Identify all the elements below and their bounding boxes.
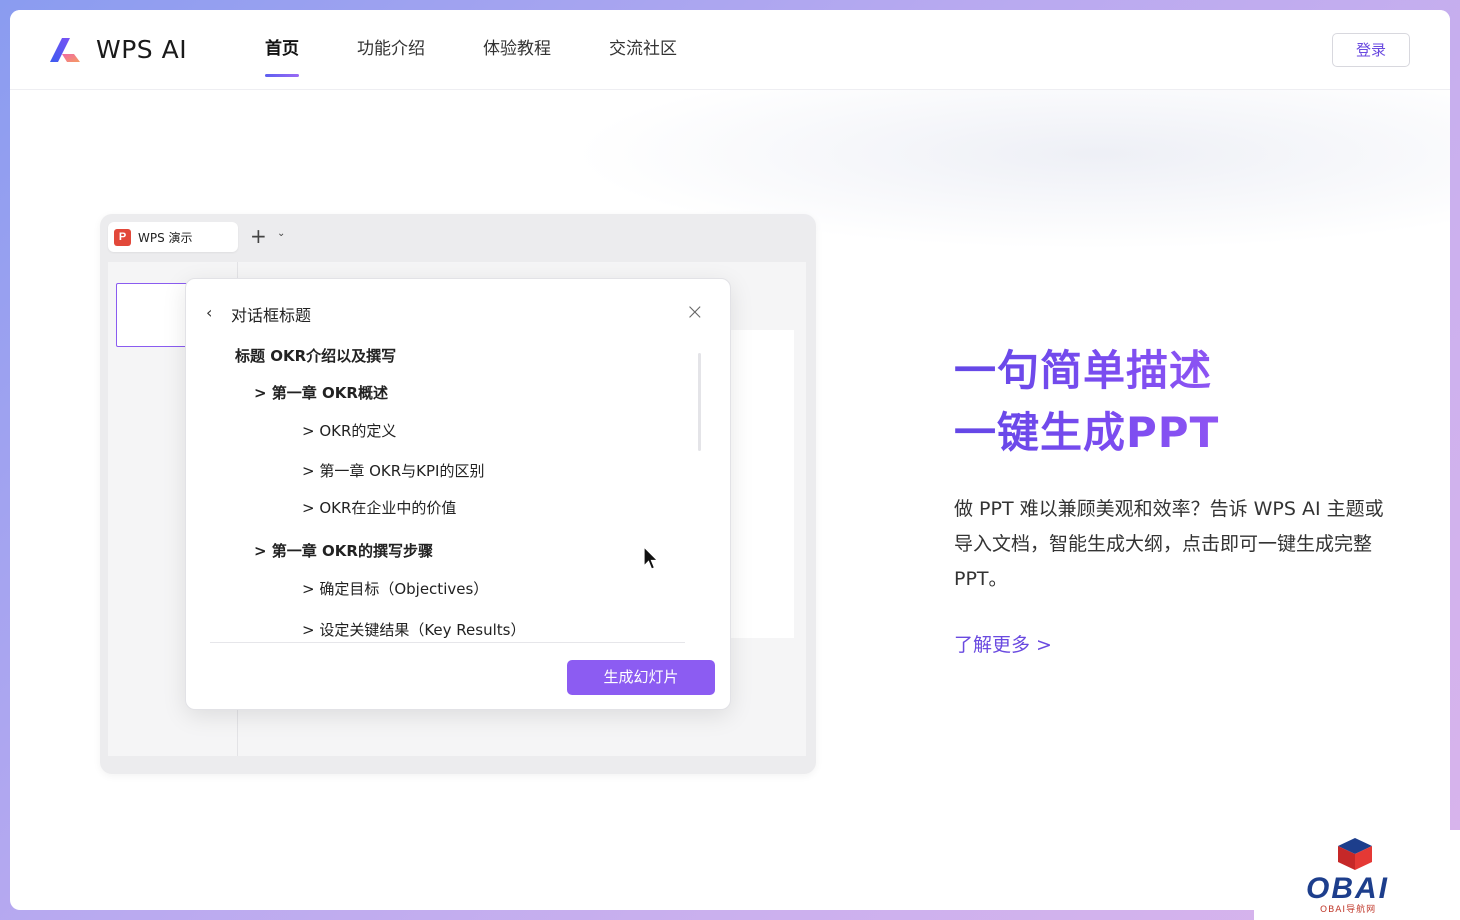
outline-chapter[interactable]: > 第一章 OKR的撰写步骤	[254, 540, 433, 561]
hero-description: 做 PPT 难以兼顾美观和效率？告诉 WPS AI 主题或导入文档，智能生成大纲…	[954, 498, 1384, 590]
watermark: OBAI OBAI导航网	[1254, 830, 1460, 920]
outline-section[interactable]: > 确定目标（Objectives）	[302, 578, 488, 599]
nav-item-home[interactable]: 首页	[265, 10, 299, 90]
wps-ai-logo-icon	[50, 38, 80, 62]
close-icon[interactable]: ×	[686, 300, 704, 325]
hero-headline: 一句简单描述 一键生成PPT	[954, 340, 1219, 464]
app-tab-wps-presentation[interactable]: P WPS 演示	[108, 222, 238, 252]
app-tab-label: WPS 演示	[138, 230, 193, 245]
mouse-cursor-icon	[643, 546, 659, 570]
watermark-subtext: OBAI导航网	[1320, 905, 1377, 915]
learn-more-link[interactable]: 了解更多 >	[954, 630, 1052, 657]
wps-ai-logo[interactable]: WPS AI	[48, 34, 187, 64]
new-tab-plus-icon[interactable]: +	[250, 224, 267, 248]
outline-section[interactable]: > 设定关键结果（Key Results）	[302, 619, 525, 640]
top-header: WPS AI 首页 功能介绍 体验教程 交流社区 登录	[10, 10, 1450, 90]
outline-section[interactable]: > 第一章 OKR与KPI的区别	[302, 460, 484, 481]
nav-item-features[interactable]: 功能介绍	[357, 10, 425, 90]
nav-item-tutorials[interactable]: 体验教程	[483, 10, 551, 90]
back-chevron-icon[interactable]: ‹	[206, 303, 212, 322]
page-frame: WPS AI 首页 功能介绍 体验教程 交流社区 登录 P WPS 演示 + ⌄…	[10, 10, 1450, 910]
outline-scrollbar[interactable]	[698, 353, 701, 451]
main-nav: 首页 功能介绍 体验教程 交流社区	[265, 10, 735, 90]
outline-title: 标题 OKR介绍以及撰写	[235, 347, 397, 365]
nav-item-community[interactable]: 交流社区	[609, 10, 677, 90]
logo-text: WPS AI	[96, 34, 188, 64]
tab-menu-chevron-icon[interactable]: ⌄	[277, 228, 285, 239]
outline-chapter[interactable]: > 第一章 OKR概述	[254, 382, 388, 403]
outline-list: 标题 OKR介绍以及撰写 > 第一章 OKR概述 > OKR的定义 > 第一章 …	[210, 345, 685, 643]
headline-line-1: 一句简单描述	[954, 346, 1213, 395]
ppt-icon: P	[114, 228, 131, 246]
watermark-text: OBAI	[1306, 872, 1389, 905]
headline-line-2: 一键生成PPT	[954, 408, 1220, 457]
generate-slides-button[interactable]: 生成幻灯片	[567, 660, 715, 695]
outline-section[interactable]: > OKR在企业中的价值	[302, 497, 456, 518]
dialog-title: 对话框标题	[231, 306, 312, 325]
generate-ppt-dialog: ‹ 对话框标题 × 标题 OKR介绍以及撰写 > 第一章 OKR概述 > OKR…	[185, 278, 731, 710]
outline-section[interactable]: > OKR的定义	[302, 420, 396, 441]
cube-logo-icon	[1338, 838, 1372, 870]
login-button[interactable]: 登录	[1332, 33, 1410, 67]
